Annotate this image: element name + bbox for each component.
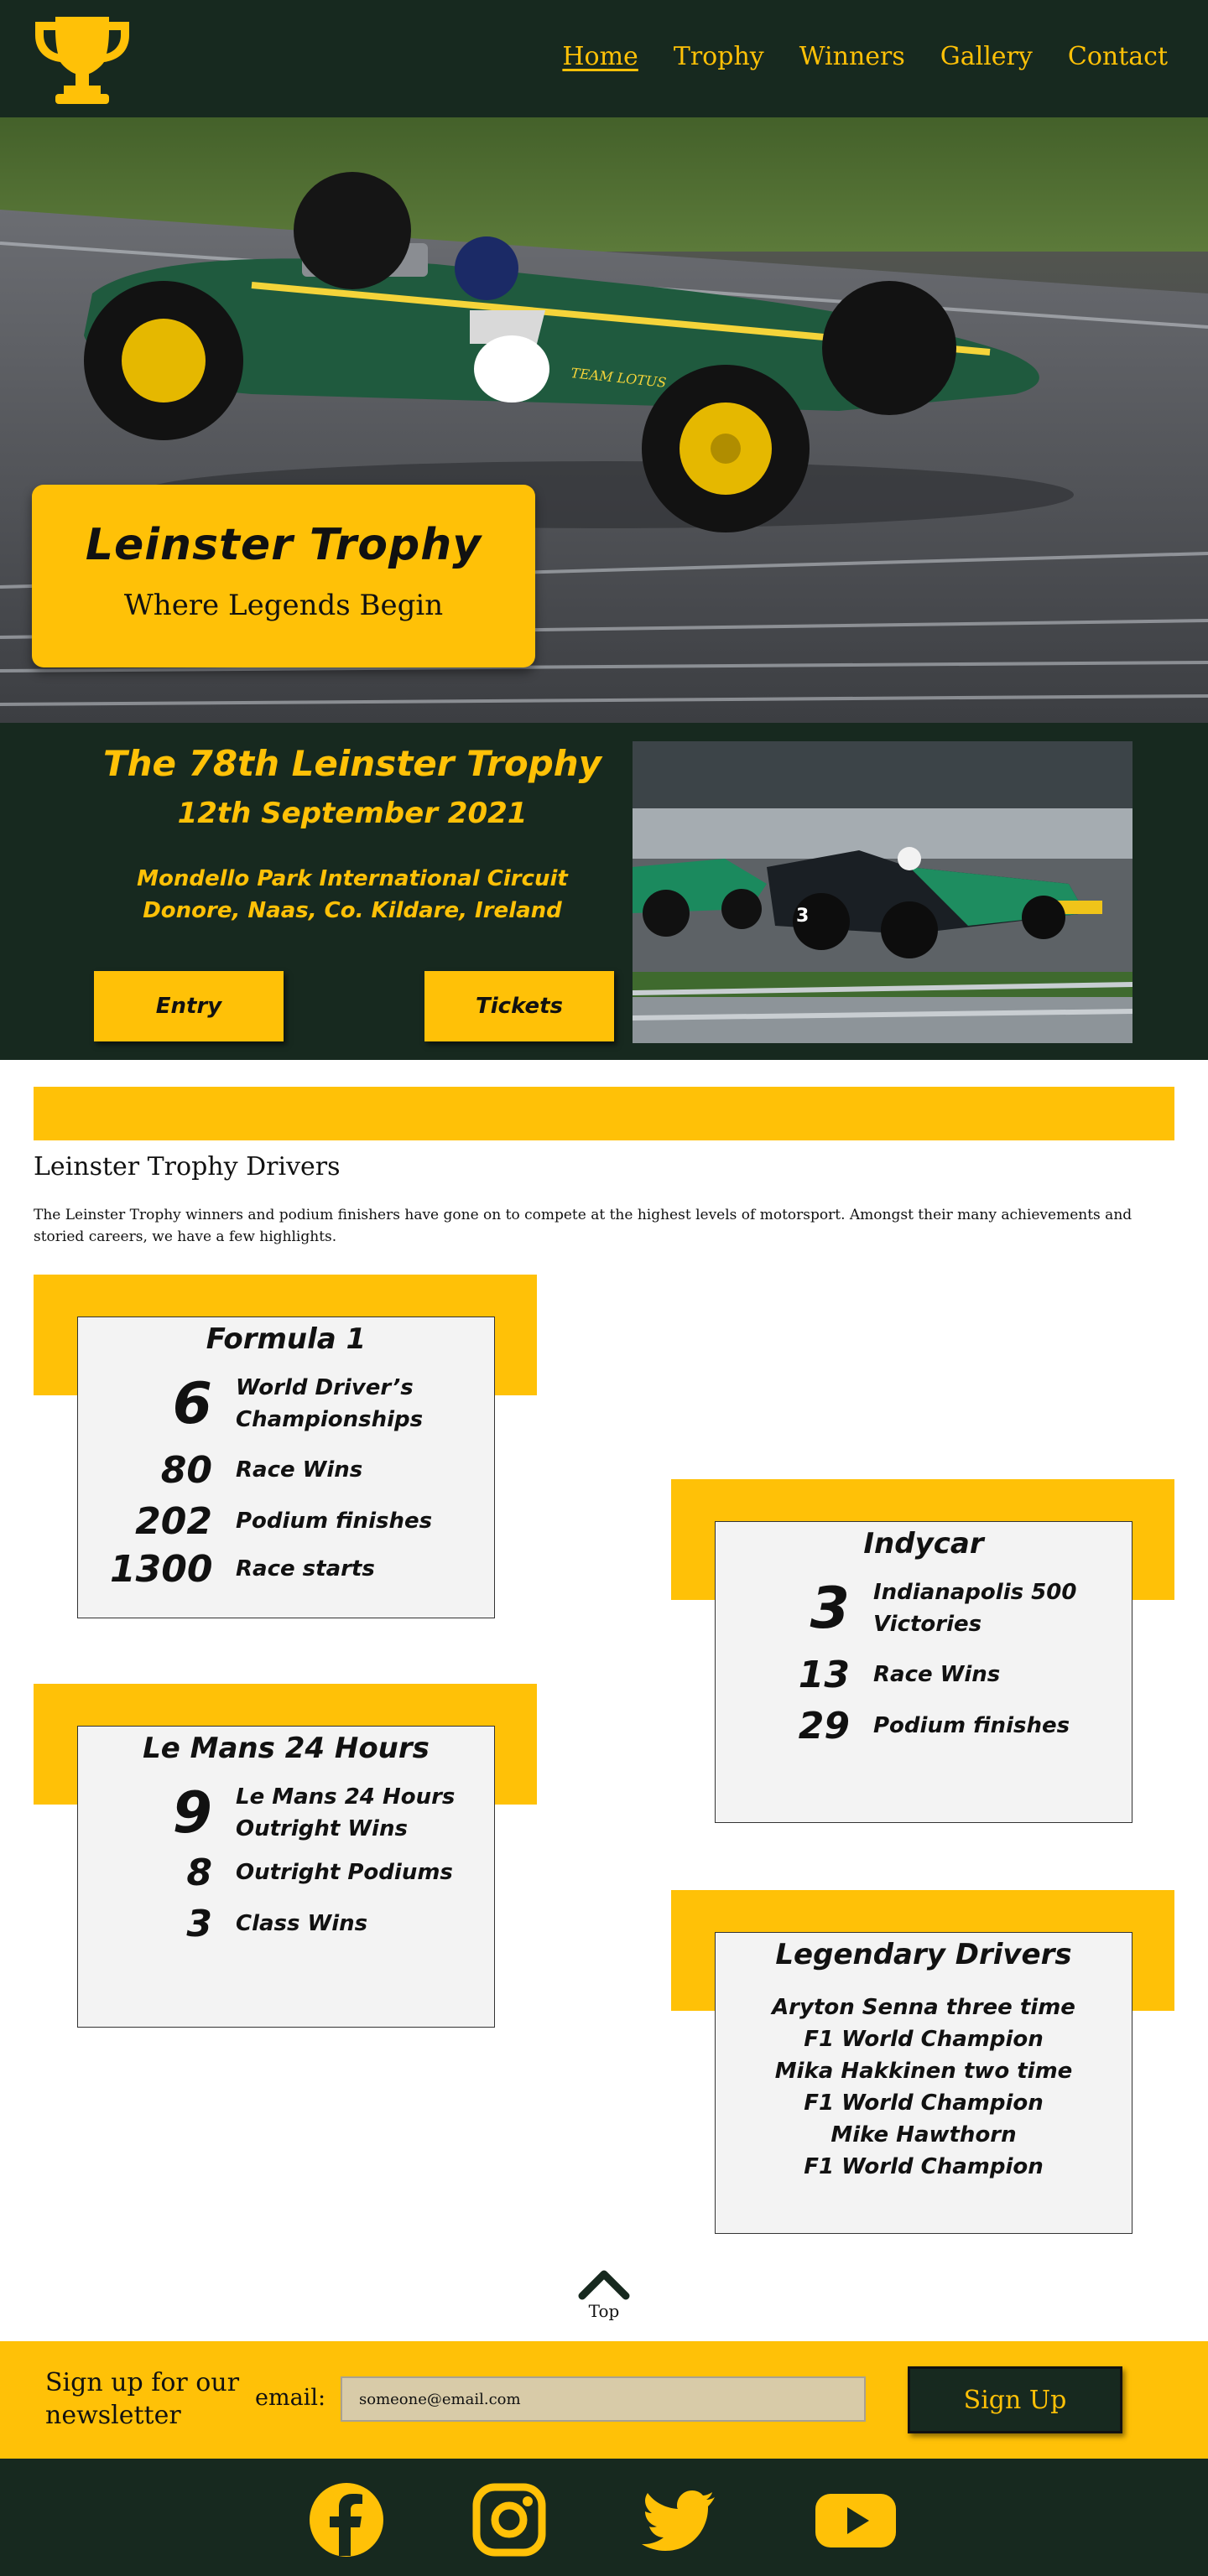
nav-link-contact[interactable]: Contact [1068,42,1168,71]
twitter-icon[interactable] [641,2480,720,2559]
entry-button[interactable]: Entry [94,971,284,1041]
instagram-icon[interactable] [470,2480,549,2559]
youtube-icon[interactable] [814,2480,898,2559]
stat-row: 3 Indianapolis 500 Victories [716,1576,1132,1642]
stat-row: 6 World Driver’s Championships [78,1371,494,1437]
email-field[interactable] [341,2376,866,2422]
legendary-list: Aryton Senna three time F1 World Champio… [716,1992,1132,2183]
hero-subtitle: Where Legends Begin [123,589,444,622]
stat-label: Race Wins [236,1457,363,1483]
hero-title: Leinster Trophy [85,520,482,570]
legendary-line: F1 World Champion [804,2154,1044,2179]
legendary-line: F1 World Champion [804,2090,1044,2116]
stat-label: Indianapolis 500 Victories [873,1579,1077,1637]
stat-label: Class Wins [236,1910,368,1936]
stat-row: 1300 Race starts [78,1548,494,1591]
nav-link-winners[interactable]: Winners [799,42,905,71]
email-label: email: [255,2385,326,2411]
newsletter-section: Sign up for our newsletter email: Sign U… [0,2341,1208,2459]
stat-row: 29 Podium finishes [716,1705,1132,1748]
stat-value: 6 [172,1371,212,1437]
stat-label: Le Mans 24 Hours Outright Wins [236,1784,456,1841]
top-navigation: Home Trophy Winners Gallery Contact [0,0,1208,117]
legendary-title: Legendary Drivers [775,1938,1072,1971]
stat-row: 9 Le Mans 24 Hours Outright Wins [78,1780,494,1846]
stat-label: Race Wins [873,1661,1001,1687]
hero-banner: TEAM LOTUS Leinster Trophy Where Legends… [0,117,1208,723]
svg-text:3: 3 [796,906,809,927]
event-section: The 78th Leinster Trophy 12th September … [0,723,1208,1060]
indycar-title: Indycar [863,1527,984,1561]
back-to-top-link[interactable]: Top [570,2261,638,2329]
nav-link-home[interactable]: Home [562,42,638,71]
back-to-top-label: Top [588,2301,620,2321]
stat-row: 3 Class Wins [78,1903,494,1945]
stat-row: 13 Race Wins [716,1654,1132,1696]
race-cars-image: 3 [633,741,1132,1043]
stat-value: 80 [160,1449,212,1492]
indycar-card: Indycar 3 Indianapolis 500 Victories 13 … [715,1521,1132,1823]
stat-row: 202 Podium finishes [78,1500,494,1543]
chevron-up-icon [578,2270,630,2300]
stat-label: Outright Podiums [236,1859,453,1885]
stat-value: 29 [798,1705,850,1748]
stat-value: 13 [798,1654,850,1696]
stat-value: 202 [135,1500,212,1543]
sign-up-button[interactable]: Sign Up [908,2366,1122,2433]
stat-value: 3 [186,1903,212,1945]
footer [0,2459,1208,2576]
legendary-line: Mika Hakkinen two time [774,2059,1073,2084]
legendary-line: F1 World Champion [804,2027,1044,2052]
event-title: The 78th Leinster Trophy [102,743,602,784]
stat-label: World Driver’s Championships [236,1374,424,1432]
formula1-card: Formula 1 6 World Driver’s Championships… [77,1317,495,1618]
lemans-card: Le Mans 24 Hours 9 Le Mans 24 Hours Outr… [77,1726,495,2028]
event-race-photo: 3 [633,741,1132,1043]
legendary-line: Aryton Senna three time [772,1995,1075,2020]
newsletter-title: Sign up for our newsletter [45,2368,240,2430]
event-venue-line1: Mondello Park International Circuit [137,866,568,891]
stat-value: 8 [186,1852,212,1894]
stat-row: 8 Outright Podiums [78,1852,494,1894]
hero-card: Leinster Trophy Where Legends Begin [32,485,535,667]
nav-links: Home Trophy Winners Gallery Contact [562,42,1168,71]
event-venue-line2: Donore, Naas, Co. Kildare, Ireland [143,897,562,923]
section-divider-bar [34,1087,1174,1140]
drivers-intro: The Leinster Trophy winners and podium f… [34,1207,1132,1246]
lemans-title: Le Mans 24 Hours [143,1732,430,1765]
stat-value: 9 [172,1780,212,1846]
facebook-icon[interactable] [307,2480,386,2559]
event-venue: Mondello Park International Circuit Dono… [34,864,671,927]
legendary-card: Legendary Drivers Aryton Senna three tim… [715,1932,1132,2234]
drivers-heading: Leinster Trophy Drivers [34,1152,341,1182]
stat-value: 3 [810,1576,850,1642]
legendary-line: Mike Hawthorn [830,2122,1017,2148]
nav-link-trophy[interactable]: Trophy [674,42,764,71]
stat-label: Race starts [236,1555,375,1581]
stat-label: Podium finishes [873,1712,1070,1738]
trophy-icon[interactable] [30,13,134,106]
formula1-title: Formula 1 [206,1322,367,1356]
event-date: 12th September 2021 [177,797,528,830]
stat-label: Podium finishes [236,1508,433,1534]
stat-row: 80 Race Wins [78,1449,494,1492]
tickets-button[interactable]: Tickets [424,971,614,1041]
nav-link-gallery[interactable]: Gallery [940,42,1033,71]
stat-value: 1300 [110,1548,213,1591]
